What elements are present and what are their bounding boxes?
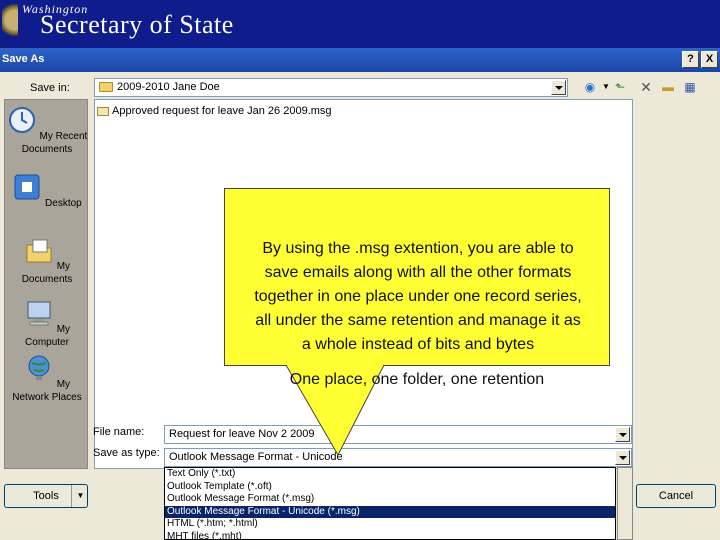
views-icon[interactable]: ▦ — [682, 80, 698, 94]
save-as-type-label: Save as type: — [93, 447, 160, 459]
dialog-titlebar[interactable]: Save As ? X — [0, 48, 720, 72]
callout-line: together in one place under one record s… — [254, 288, 582, 305]
banner: Washington Secretary of State — [0, 0, 720, 48]
file-name-input[interactable]: Request for leave Nov 2 2009 — [164, 425, 632, 444]
state-seal-icon — [2, 0, 18, 40]
callout-line: save emails along with all the other for… — [264, 264, 572, 281]
network-globe-icon — [28, 355, 50, 380]
chevron-down-icon[interactable] — [551, 80, 566, 95]
clock-icon — [8, 107, 35, 133]
callout-box: By using the .msg extention, you are abl… — [224, 188, 610, 366]
place-recent-documents[interactable]: My Recent Documents — [5, 105, 89, 156]
chevron-down-icon[interactable] — [615, 450, 630, 465]
callout-line: all under the same retention and manage … — [255, 312, 581, 329]
type-option[interactable]: MHT files (*.mht) — [165, 531, 615, 540]
options-scrollbar[interactable] — [617, 467, 633, 540]
dialog-title: Save As — [2, 53, 45, 65]
place-my-computer[interactable]: My Computer — [5, 298, 89, 349]
mail-message-icon — [97, 106, 109, 116]
place-desktop[interactable]: Desktop — [5, 172, 89, 210]
type-option-selected[interactable]: Outlook Message Format - Unicode (*.msg) — [165, 505, 615, 518]
my-documents-icon — [26, 239, 52, 263]
type-option[interactable]: Text Only (*.txt) — [165, 468, 615, 481]
tools-button[interactable]: Tools ▼ — [4, 484, 88, 508]
window-edge — [702, 72, 720, 540]
place-network[interactable]: My Network Places — [5, 353, 89, 404]
callout-line: By using the .msg extention, you are abl… — [262, 240, 574, 257]
type-option[interactable]: Outlook Template (*.oft) — [165, 481, 615, 494]
folder-icon — [99, 82, 113, 93]
save-in-combo[interactable]: 2009-2010 Jane Doe — [94, 78, 568, 97]
callout-line: a whole instead of bits and bytes — [301, 336, 535, 353]
save-as-type-select[interactable]: Outlook Message Format - Unicode — [164, 448, 632, 467]
save-in-value: 2009-2010 Jane Doe — [117, 81, 220, 93]
callout-tagline: One place, one folder, one retention — [289, 371, 545, 388]
delete-icon[interactable]: ✕ — [638, 80, 654, 94]
chevron-down-icon: ▼ — [71, 485, 89, 507]
back-icon[interactable]: ◉ — [582, 80, 598, 94]
close-button[interactable]: X — [701, 51, 718, 68]
save-as-type-options[interactable]: Text Only (*.txt) Outlook Template (*.of… — [164, 467, 616, 540]
type-option[interactable]: Outlook Message Format (*.msg) — [165, 493, 615, 506]
banner-title: Secretary of State — [40, 10, 234, 39]
file-name-label: File name: — [93, 426, 145, 438]
type-option[interactable]: HTML (*.htm; *.html) — [165, 518, 615, 531]
up-folder-icon[interactable]: ⬑ — [612, 80, 628, 94]
save-in-label: Save in: — [30, 82, 70, 94]
place-my-documents[interactable]: My Documents — [5, 235, 89, 286]
file-item[interactable]: Approved request for leave Jan 26 2009.m… — [97, 105, 332, 117]
desktop-icon — [14, 174, 40, 200]
new-folder-icon[interactable]: ▬ — [660, 80, 676, 94]
computer-icon — [27, 301, 51, 326]
cancel-button[interactable]: Cancel — [636, 484, 716, 508]
places-bar: My Recent Documents Desktop My Documents… — [4, 99, 88, 469]
help-button[interactable]: ? — [682, 51, 699, 68]
chevron-down-icon[interactable] — [615, 427, 630, 442]
